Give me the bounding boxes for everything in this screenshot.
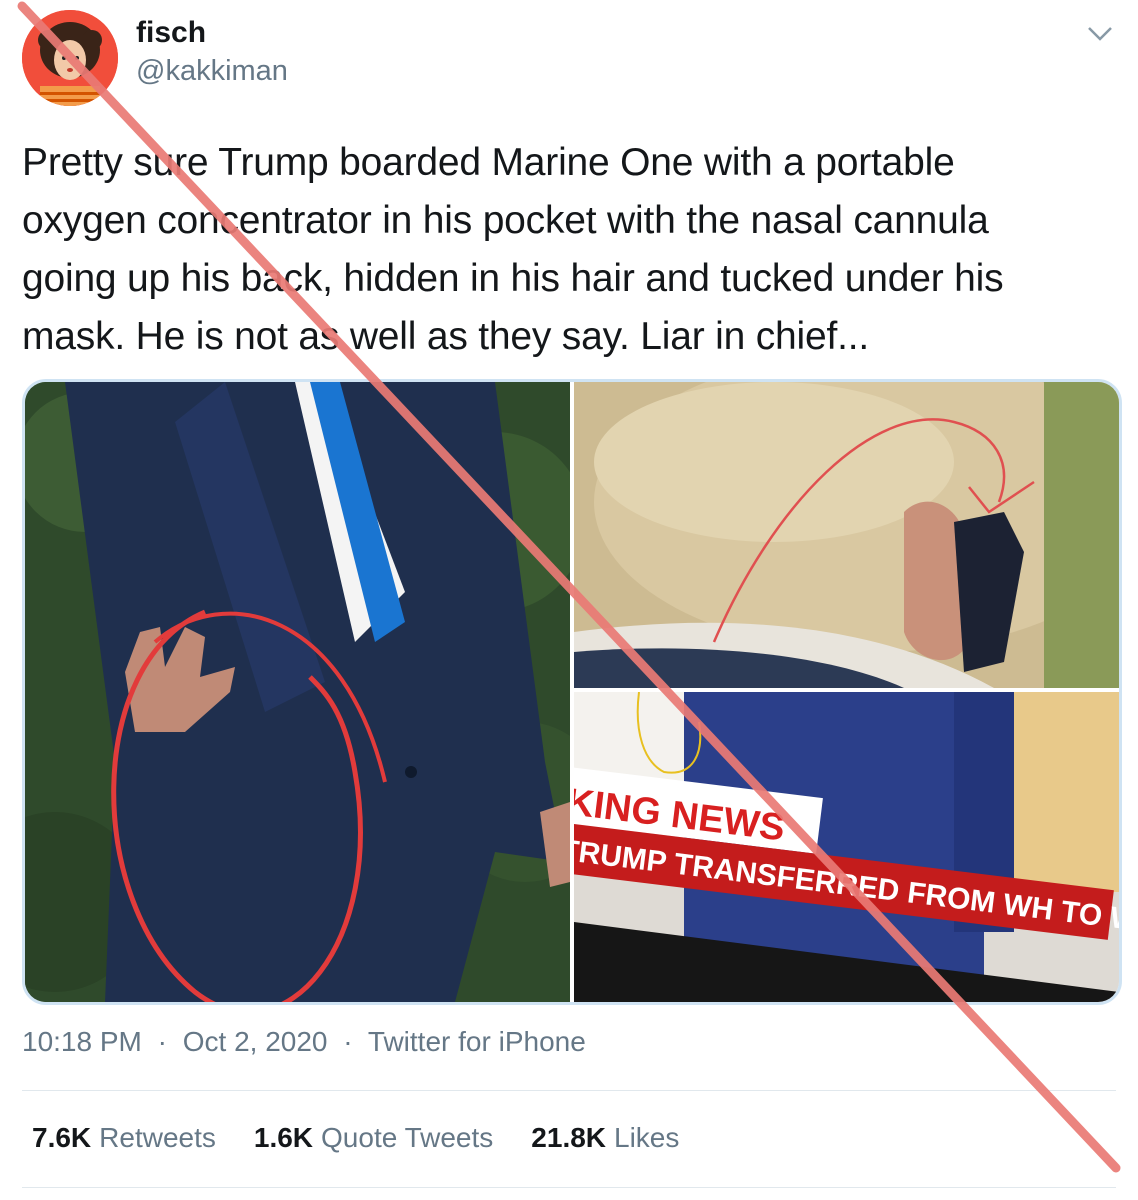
retweets-count: 7.6K: [32, 1122, 92, 1153]
retweets-stat[interactable]: 7.6K Retweets: [32, 1122, 216, 1154]
user-handle[interactable]: @kakkiman: [136, 55, 288, 88]
quote-tweets-count: 1.6K: [253, 1122, 314, 1153]
meta-separator: ·: [343, 1026, 353, 1057]
meta-separator: ·: [157, 1026, 167, 1057]
tweet-text-line: mask. He is not as well as they say. Lia…: [22, 315, 870, 358]
likes-label: Likes: [614, 1122, 680, 1153]
divider: [22, 1090, 1116, 1091]
media-grid: KING NEWS TRUMP TRANSFERRED FROM WH TO W…: [22, 379, 1122, 1005]
tweet-text-line: going up his back, hidden in his hair an…: [22, 257, 1004, 300]
divider: [22, 1187, 1116, 1188]
likes-count: 21.8K: [531, 1122, 607, 1153]
likes-stat[interactable]: 21.8K Likes: [531, 1122, 679, 1154]
tweet-text-line: Pretty sure Trump boarded Marine One wit…: [22, 141, 955, 184]
chevron-down-icon[interactable]: [1085, 22, 1115, 46]
quote-tweets-stat[interactable]: 1.6K Quote Tweets: [254, 1122, 493, 1154]
media-photo-hair[interactable]: [574, 382, 1119, 688]
quote-tweets-label: Quote Tweets: [321, 1122, 494, 1153]
retweets-label: Retweets: [99, 1122, 216, 1153]
avatar[interactable]: [22, 10, 118, 106]
tweet-date[interactable]: Oct 2, 2020: [183, 1026, 328, 1057]
tweet-stats: 7.6K Retweets 1.6K Quote Tweets 21.8K Likes: [32, 1122, 679, 1154]
tweet-text-line: oxygen concentrator in his pocket with t…: [22, 199, 989, 242]
tweet-text: Pretty sure Trump boarded Marine One wit…: [22, 134, 1122, 366]
media-photo-suit[interactable]: [25, 382, 570, 1002]
tweet-time[interactable]: 10:18 PM: [22, 1026, 142, 1057]
tweet-meta: 10:18 PM · Oct 2, 2020 · Twitter for iPh…: [22, 1026, 586, 1058]
display-name[interactable]: fisch: [136, 16, 206, 50]
media-photo-news[interactable]: KING NEWS TRUMP TRANSFERRED FROM WH TO W…: [574, 692, 1119, 1002]
tweet-source[interactable]: Twitter for iPhone: [368, 1026, 586, 1057]
avatar-illustration: [22, 10, 118, 106]
